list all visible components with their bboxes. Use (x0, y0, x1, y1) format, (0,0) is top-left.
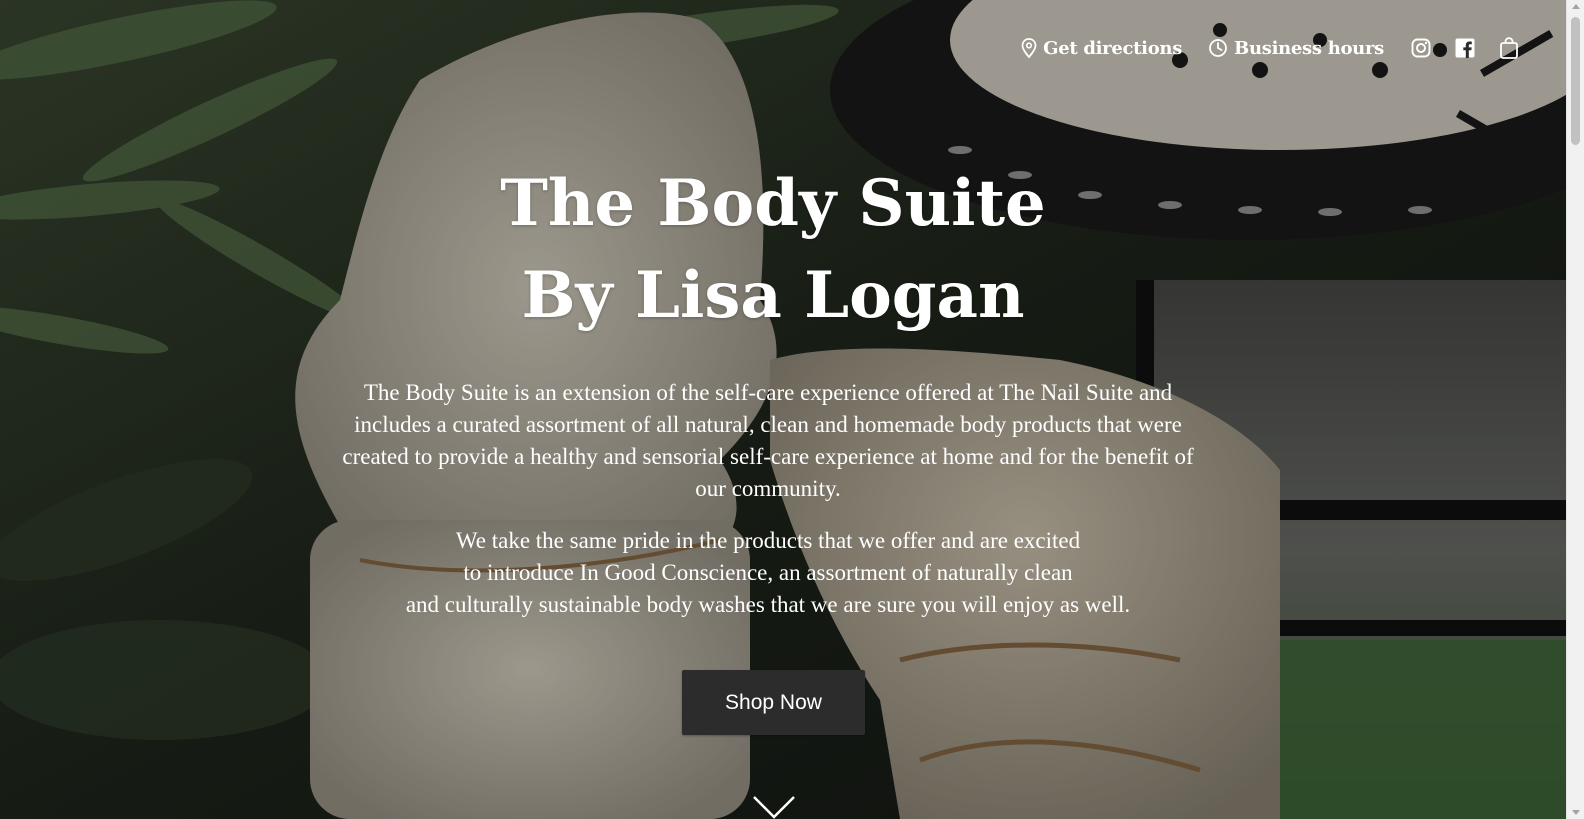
hero-title-line-2: By Lisa Logan (521, 258, 1025, 333)
hero-announcement-line-3: and culturally sustainable body washes t… (405, 592, 1131, 617)
hero-title-line-1: The Body Suite (500, 166, 1046, 241)
top-navigation: Get directions Business hours (1021, 32, 1520, 64)
shopping-bag-icon (1500, 37, 1518, 59)
facebook-link[interactable] (1454, 37, 1476, 59)
hero-announcement-line-1: We take the same pride in the products t… (455, 528, 1081, 553)
scroll-down-arrow-icon[interactable] (1572, 810, 1580, 815)
get-directions-link[interactable]: Get directions (1021, 38, 1182, 59)
instagram-icon (1411, 38, 1431, 58)
get-directions-label: Get directions (1043, 37, 1183, 59)
business-hours-link[interactable]: Business hours (1208, 38, 1384, 59)
scroll-up-arrow-icon[interactable] (1572, 4, 1580, 9)
shopping-bag-link[interactable] (1498, 37, 1520, 59)
page: Get directions Business hours The Body S… (0, 0, 1584, 819)
instagram-link[interactable] (1410, 37, 1432, 59)
hero-title: The Body Suite By Lisa Logan (0, 158, 1546, 342)
business-hours-label: Business hours (1234, 37, 1384, 59)
location-pin-icon (1021, 38, 1037, 58)
shop-now-button[interactable]: Shop Now (682, 670, 865, 735)
hero-announcement-line-2: to introduce In Good Conscience, an asso… (463, 560, 1073, 585)
hero-description: The Body Suite is an extension of the se… (0, 377, 1536, 505)
clock-icon (1209, 39, 1227, 57)
hero-description-text: The Body Suite is an extension of the se… (342, 380, 1194, 501)
chevron-down-icon[interactable] (752, 795, 796, 819)
page-scrollbar[interactable] (1566, 0, 1584, 819)
facebook-icon (1455, 38, 1475, 58)
hero-announcement: We take the same pride in the products t… (0, 525, 1536, 621)
scrollbar-thumb[interactable] (1571, 17, 1580, 145)
